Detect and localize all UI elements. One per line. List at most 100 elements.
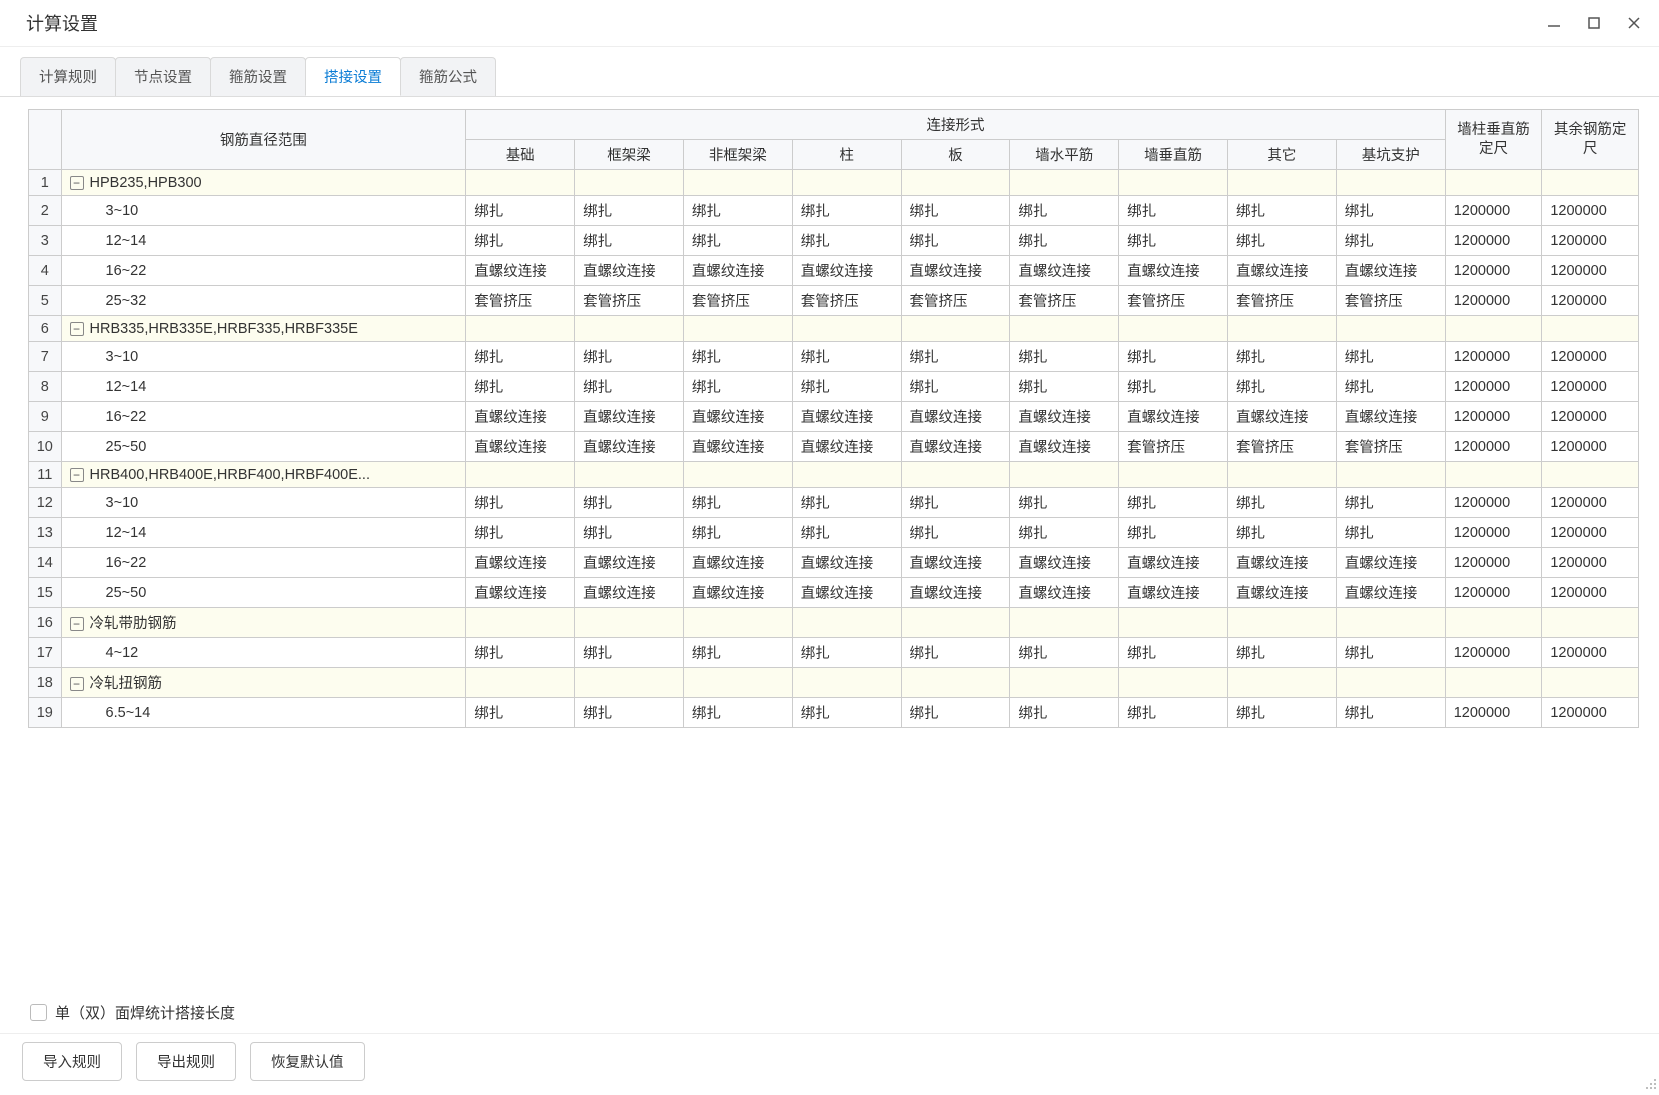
data-cell[interactable]: 套管挤压 [1227,432,1336,462]
data-cell[interactable]: 1200000 [1542,342,1639,372]
data-cell[interactable]: 1200000 [1542,578,1639,608]
data-cell[interactable] [1119,170,1228,196]
desc-cell[interactable]: −冷轧扭钢筋 [61,668,466,698]
data-cell[interactable] [1542,316,1639,342]
data-cell[interactable]: 绑扎 [1227,488,1336,518]
data-cell[interactable]: 1200000 [1542,256,1639,286]
collapse-icon[interactable]: − [70,322,84,336]
data-cell[interactable] [1119,462,1228,488]
data-cell[interactable]: 1200000 [1445,548,1542,578]
desc-cell[interactable]: 16~22 [61,402,466,432]
data-cell[interactable]: 绑扎 [792,372,901,402]
data-cell[interactable]: 套管挤压 [1227,286,1336,316]
weld-stat-checkbox[interactable] [30,1004,47,1021]
data-cell[interactable]: 绑扎 [466,226,575,256]
data-cell[interactable] [1336,668,1445,698]
data-cell[interactable]: 1200000 [1445,638,1542,668]
table-row[interactable]: 1312~14绑扎绑扎绑扎绑扎绑扎绑扎绑扎绑扎绑扎12000001200000 [29,518,1639,548]
desc-cell[interactable]: 25~50 [61,578,466,608]
data-cell[interactable]: 直螺纹连接 [792,432,901,462]
data-cell[interactable]: 绑扎 [683,698,792,728]
data-cell[interactable]: 1200000 [1542,196,1639,226]
table-row[interactable]: 73~10绑扎绑扎绑扎绑扎绑扎绑扎绑扎绑扎绑扎12000001200000 [29,342,1639,372]
data-cell[interactable]: 绑扎 [1336,342,1445,372]
data-cell[interactable]: 绑扎 [901,372,1010,402]
data-cell[interactable]: 直螺纹连接 [575,432,684,462]
data-cell[interactable]: 绑扎 [792,226,901,256]
data-cell[interactable]: 直螺纹连接 [1336,548,1445,578]
data-cell[interactable]: 绑扎 [683,372,792,402]
data-cell[interactable]: 绑扎 [792,638,901,668]
data-cell[interactable]: 绑扎 [1010,196,1119,226]
desc-cell[interactable]: 16~22 [61,548,466,578]
data-cell[interactable]: 套管挤压 [575,286,684,316]
data-cell[interactable] [1227,170,1336,196]
data-cell[interactable]: 1200000 [1542,432,1639,462]
data-cell[interactable]: 绑扎 [792,342,901,372]
data-cell[interactable]: 直螺纹连接 [1010,578,1119,608]
data-cell[interactable] [1336,316,1445,342]
data-cell[interactable]: 直螺纹连接 [575,548,684,578]
data-cell[interactable] [466,668,575,698]
data-cell[interactable]: 绑扎 [901,226,1010,256]
data-cell[interactable]: 套管挤压 [792,286,901,316]
data-cell[interactable] [466,608,575,638]
data-cell[interactable] [1010,170,1119,196]
close-icon[interactable] [1625,14,1643,32]
data-cell[interactable]: 套管挤压 [1336,286,1445,316]
data-cell[interactable]: 直螺纹连接 [1010,432,1119,462]
data-cell[interactable]: 直螺纹连接 [575,256,684,286]
data-cell[interactable] [1227,316,1336,342]
data-cell[interactable] [1542,170,1639,196]
tab-0[interactable]: 计算规则 [20,57,116,96]
data-cell[interactable]: 直螺纹连接 [466,256,575,286]
data-cell[interactable]: 直螺纹连接 [792,578,901,608]
table-row[interactable]: 312~14绑扎绑扎绑扎绑扎绑扎绑扎绑扎绑扎绑扎12000001200000 [29,226,1639,256]
data-cell[interactable]: 绑扎 [792,518,901,548]
data-cell[interactable]: 1200000 [1542,698,1639,728]
data-cell[interactable] [1227,668,1336,698]
data-cell[interactable]: 直螺纹连接 [575,578,684,608]
desc-cell[interactable]: 3~10 [61,196,466,226]
data-cell[interactable] [575,608,684,638]
data-cell[interactable]: 绑扎 [901,698,1010,728]
data-cell[interactable] [1010,668,1119,698]
table-row[interactable]: 916~22直螺纹连接直螺纹连接直螺纹连接直螺纹连接直螺纹连接直螺纹连接直螺纹连… [29,402,1639,432]
data-cell[interactable]: 1200000 [1445,226,1542,256]
desc-cell[interactable]: −HPB235,HPB300 [61,170,466,196]
collapse-icon[interactable]: − [70,677,84,691]
data-cell[interactable]: 直螺纹连接 [792,548,901,578]
data-cell[interactable]: 直螺纹连接 [901,578,1010,608]
desc-cell[interactable]: 25~50 [61,432,466,462]
data-cell[interactable]: 绑扎 [901,638,1010,668]
data-cell[interactable]: 绑扎 [683,488,792,518]
data-cell[interactable]: 绑扎 [1119,698,1228,728]
data-cell[interactable] [1227,462,1336,488]
data-cell[interactable]: 绑扎 [1119,196,1228,226]
data-cell[interactable] [1445,316,1542,342]
data-cell[interactable]: 套管挤压 [466,286,575,316]
data-cell[interactable] [1336,608,1445,638]
data-cell[interactable]: 直螺纹连接 [1227,402,1336,432]
data-cell[interactable]: 直螺纹连接 [1227,256,1336,286]
data-cell[interactable] [792,316,901,342]
export-button[interactable]: 导出规则 [136,1042,236,1081]
data-cell[interactable] [466,170,575,196]
data-cell[interactable]: 绑扎 [1336,226,1445,256]
data-cell[interactable]: 直螺纹连接 [466,402,575,432]
data-cell[interactable]: 绑扎 [1119,342,1228,372]
data-cell[interactable] [792,170,901,196]
data-cell[interactable] [1445,608,1542,638]
table-row[interactable]: 812~14绑扎绑扎绑扎绑扎绑扎绑扎绑扎绑扎绑扎12000001200000 [29,372,1639,402]
data-cell[interactable] [792,608,901,638]
table-row[interactable]: 11−HRB400,HRB400E,HRBF400,HRBF400E... [29,462,1639,488]
data-cell[interactable]: 绑扎 [683,226,792,256]
minimize-icon[interactable] [1545,14,1563,32]
tab-4[interactable]: 箍筋公式 [400,57,496,96]
data-cell[interactable]: 直螺纹连接 [1336,402,1445,432]
data-cell[interactable]: 1200000 [1542,638,1639,668]
data-cell[interactable]: 直螺纹连接 [901,402,1010,432]
data-cell[interactable]: 绑扎 [1336,698,1445,728]
data-cell[interactable]: 绑扎 [1119,372,1228,402]
data-cell[interactable]: 绑扎 [901,488,1010,518]
